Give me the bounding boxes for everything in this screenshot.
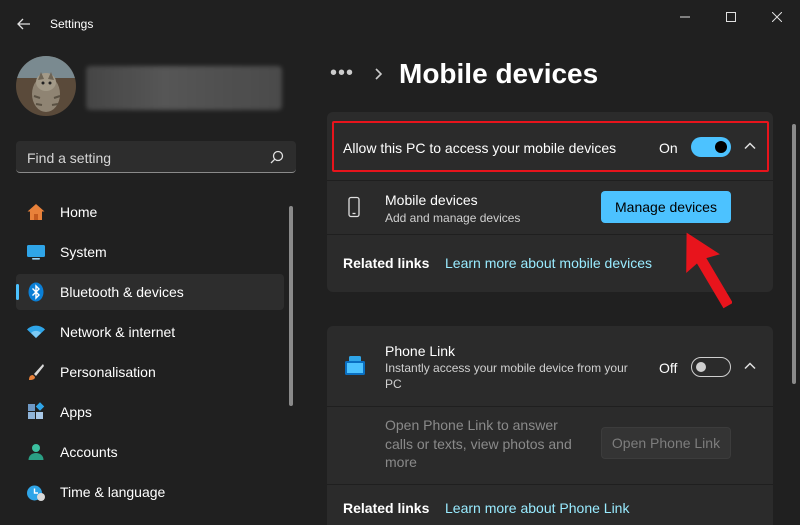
sidebar-item-home[interactable]: Home: [16, 194, 284, 230]
minimize-icon: [680, 16, 690, 18]
sidebar-item-label: Bluetooth & devices: [60, 284, 184, 300]
breadcrumb-more-icon[interactable]: •••: [330, 62, 354, 85]
search-box[interactable]: Find a setting: [16, 141, 296, 173]
maximize-button[interactable]: [708, 4, 754, 30]
search-input[interactable]: Find a setting: [27, 150, 111, 166]
open-phone-link-row: Open Phone Link to answer calls or texts…: [327, 407, 773, 484]
search-icon: [270, 150, 284, 164]
account-icon: [28, 444, 44, 460]
learn-more-mobile-link[interactable]: Learn more about mobile devices: [445, 255, 652, 271]
phone-link-icon: [345, 356, 365, 375]
close-icon: [772, 12, 782, 22]
back-button[interactable]: [12, 12, 36, 36]
profile-info-redacted: [86, 66, 282, 110]
system-icon: [27, 245, 45, 260]
learn-more-phone-link[interactable]: Learn more about Phone Link: [445, 500, 629, 516]
main-scrollbar-thumb[interactable]: [792, 124, 796, 384]
phone-link-title: Phone Link: [385, 343, 456, 359]
maximize-icon: [726, 12, 736, 22]
sidebar-item-label: Apps: [60, 404, 92, 420]
home-icon: [27, 204, 45, 220]
sidebar-item-system[interactable]: System: [16, 234, 284, 270]
phone-link-toggle[interactable]: [691, 357, 731, 377]
highlight-box: [332, 121, 769, 172]
sidebar-item-personalisation[interactable]: Personalisation: [16, 354, 284, 390]
app-title: Settings: [50, 17, 94, 31]
related-links-label: Related links: [343, 255, 430, 271]
chevron-right-icon: [375, 68, 383, 80]
title-bar: Settings: [0, 0, 800, 48]
mobile-devices-subtitle: Add and manage devices: [385, 211, 521, 225]
sidebar-item-bluetooth-devices[interactable]: Bluetooth & devices: [16, 274, 284, 310]
phone-link-subtitle: Instantly access your mobile device from…: [385, 361, 628, 391]
sidebar-scrollbar[interactable]: [289, 196, 293, 518]
bluetooth-icon: [28, 282, 44, 302]
red-arrow-annotation: [686, 232, 732, 309]
wifi-icon: [27, 325, 45, 338]
main-scrollbar[interactable]: [792, 124, 796, 514]
related-links-label: Related links: [343, 500, 430, 516]
sidebar-item-label: System: [60, 244, 107, 260]
sidebar-item-label: Personalisation: [60, 364, 156, 380]
manage-devices-button[interactable]: Manage devices: [601, 191, 731, 223]
sidebar-scrollbar-thumb[interactable]: [289, 206, 293, 406]
sidebar-item-network-internet[interactable]: Network & internet: [16, 314, 284, 350]
sidebar-item-accounts[interactable]: Accounts: [16, 434, 284, 470]
mobile-devices-title: Mobile devices: [385, 192, 478, 208]
phone-related-links-row: Related links Learn more about Phone Lin…: [327, 485, 773, 525]
close-button[interactable]: [754, 4, 800, 30]
sidebar-item-label: Home: [60, 204, 98, 220]
page-title: Mobile devices: [399, 58, 599, 89]
chevron-up-icon[interactable]: [743, 359, 757, 373]
time-language-icon: [27, 485, 45, 501]
arrow-left-icon: [17, 18, 30, 30]
minimize-button[interactable]: [662, 4, 708, 30]
phone-icon: [348, 196, 360, 218]
phone-link-card: Phone Link Instantly access your mobile …: [327, 326, 773, 525]
sidebar-item-time-language[interactable]: Time & language: [16, 474, 284, 510]
sidebar-item-label: Network & internet: [60, 324, 176, 340]
phone-link-state: Off: [659, 360, 678, 376]
sidebar-item-label: Accounts: [60, 444, 118, 460]
apps-icon: [28, 402, 45, 419]
open-phone-link-description: Open Phone Link to answer calls or texts…: [385, 417, 572, 470]
avatar[interactable]: [16, 56, 76, 116]
open-phone-link-button[interactable]: Open Phone Link: [601, 427, 731, 459]
sidebar-nav: Home System Bluetooth & devices Network …: [16, 194, 284, 514]
brush-icon: [29, 364, 44, 380]
sidebar-item-label: Time & language: [60, 484, 166, 500]
phone-link-row[interactable]: Phone Link Instantly access your mobile …: [327, 326, 773, 406]
sidebar-item-apps[interactable]: Apps: [16, 394, 284, 430]
avatar-image: [16, 56, 76, 116]
